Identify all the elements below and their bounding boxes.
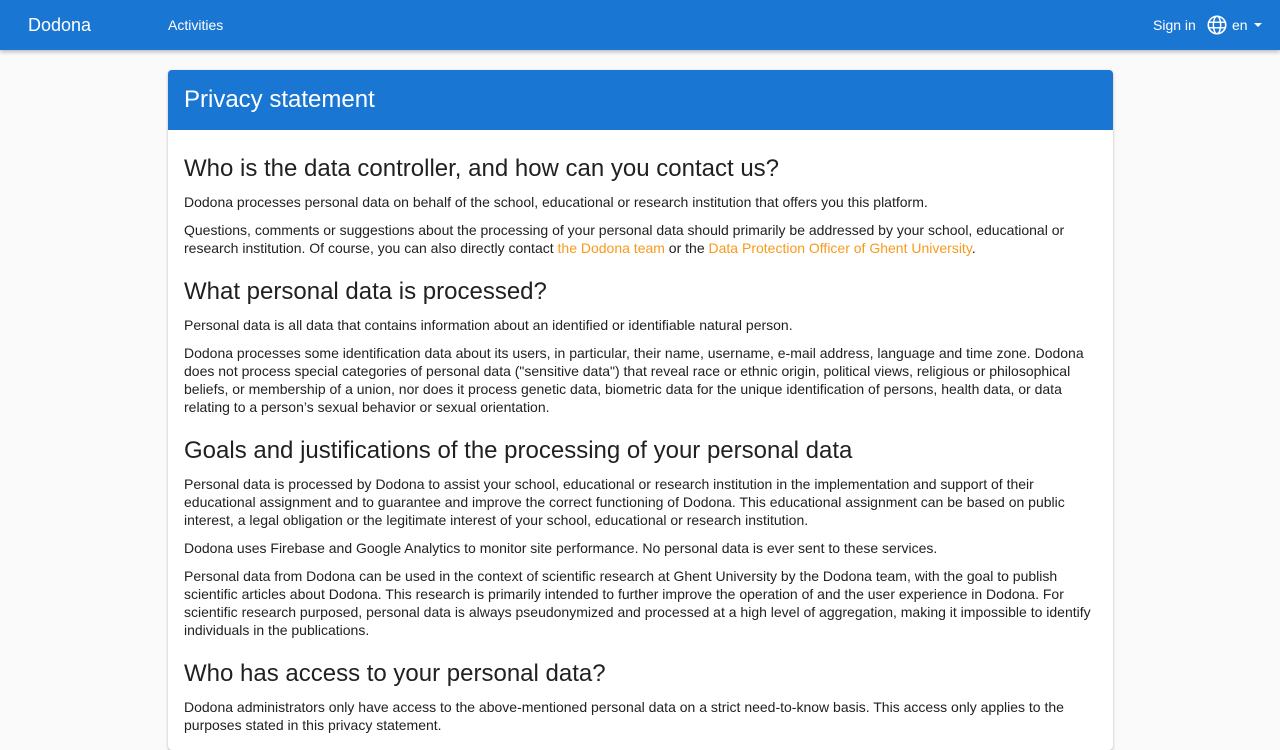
section-access: Who has access to your personal data? Do… (184, 659, 1097, 734)
paragraph: Dodona processes some identification dat… (184, 345, 1084, 415)
paragraph: Dodona uses Firebase and Google Analytic… (184, 540, 938, 556)
paragraph: Personal data from Dodona can be used in… (184, 568, 1091, 638)
card-body: Who is the data controller, and how can … (168, 130, 1113, 734)
paragraph: Personal data is all data that contains … (184, 317, 793, 333)
nav-activities-link[interactable]: Activities (168, 17, 223, 33)
section-heading: Who is the data controller, and how can … (184, 155, 780, 182)
data-protection-officer-link[interactable]: Data Protection Officer of Ghent Univers… (709, 240, 972, 256)
section-goals: Goals and justifications of the processi… (184, 436, 1097, 639)
section-heading: What personal data is processed? (184, 278, 547, 305)
caret-down-icon (1253, 23, 1262, 27)
language-label: en (1232, 17, 1248, 33)
sign-in-link[interactable]: Sign in (1153, 17, 1196, 33)
paragraph-contact: Questions, comments or suggestions about… (184, 221, 1097, 257)
section-heading: Who has access to your personal data? (184, 660, 606, 687)
brand-logo-link[interactable]: Dodona (28, 14, 91, 36)
page-title: Privacy statement (168, 70, 1113, 130)
language-selector[interactable]: en (1206, 13, 1262, 37)
globe-icon (1206, 14, 1228, 36)
paragraph: Dodona processes personal data on behalf… (184, 194, 928, 210)
section-data-controller: Who is the data controller, and how can … (184, 154, 1097, 257)
paragraph: Personal data is processed by Dodona to … (184, 476, 1065, 528)
paragraph: Dodona administrators only have access t… (184, 699, 1064, 733)
section-personal-data: What personal data is processed? Persona… (184, 277, 1097, 416)
privacy-card: Privacy statement Who is the data contro… (168, 70, 1113, 750)
dodona-team-link[interactable]: the Dodona team (558, 240, 665, 256)
paragraph-text: or the (664, 240, 709, 256)
paragraph-text: . (971, 240, 976, 256)
top-navbar: Dodona Activities Sign in en (0, 0, 1280, 50)
section-heading: Goals and justifications of the processi… (184, 437, 853, 464)
